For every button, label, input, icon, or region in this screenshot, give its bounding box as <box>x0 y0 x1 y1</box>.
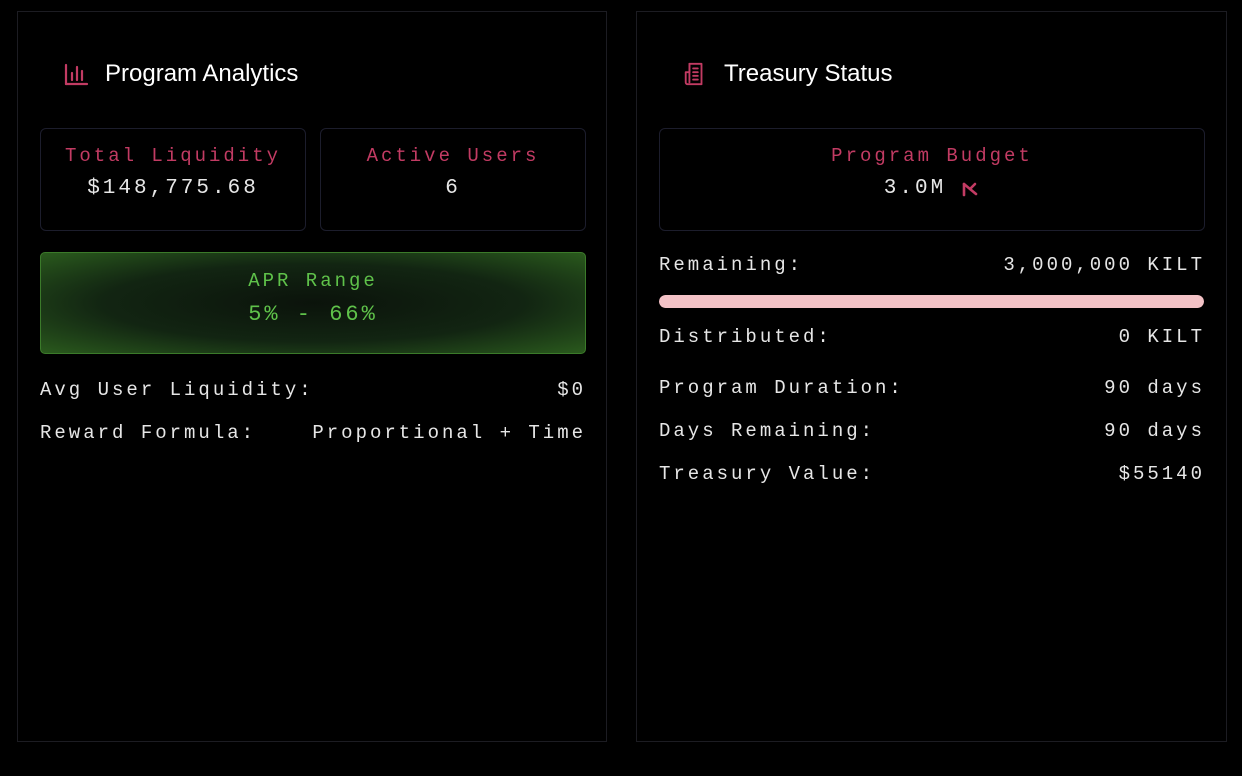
receipt-icon <box>682 61 708 87</box>
row-value: $0 <box>557 379 586 401</box>
row-label: Avg User Liquidity: <box>40 379 314 401</box>
program-budget-value: 3.0M <box>883 177 947 200</box>
days-remaining-row: Days Remaining: 90 days <box>659 420 1205 442</box>
treasury-progress-bar <box>659 295 1204 308</box>
row-label: Treasury Value: <box>659 463 876 485</box>
row-label: Distributed: <box>659 326 832 348</box>
kilt-token-icon <box>960 180 980 198</box>
reward-formula-row: Reward Formula: Proportional + Time <box>40 422 586 444</box>
panel-title: Program Analytics <box>105 60 299 87</box>
total-liquidity-card: Total Liquidity $148,775.68 <box>40 128 306 231</box>
active-users-card: Active Users 6 <box>320 128 586 231</box>
apr-range-card: APR Range 5% - 66% <box>40 252 586 354</box>
apr-range-value: 5% - 66% <box>248 302 378 327</box>
row-value: 90 days <box>1104 420 1205 442</box>
program-budget-card: Program Budget 3.0M <box>659 128 1205 231</box>
row-label: Remaining: <box>659 254 804 276</box>
treasury-status-header: Treasury Status <box>682 56 893 92</box>
treasury-value-row: Treasury Value: $55140 <box>659 463 1205 485</box>
row-value: 0 KILT <box>1118 326 1205 348</box>
bar-chart-icon <box>63 61 89 87</box>
row-value: 3,000,000 KILT <box>1003 254 1205 276</box>
apr-range-label: APR Range <box>248 270 378 292</box>
total-liquidity-label: Total Liquidity <box>64 145 282 167</box>
avg-user-liquidity-row: Avg User Liquidity: $0 <box>40 379 586 401</box>
active-users-label: Active Users <box>366 145 540 167</box>
distributed-row: Distributed: 0 KILT <box>659 326 1205 348</box>
total-liquidity-value: $148,775.68 <box>87 177 259 200</box>
program-duration-row: Program Duration: 90 days <box>659 377 1205 399</box>
row-value: $55140 <box>1118 463 1205 485</box>
treasury-status-panel: Treasury Status Program Budget 3.0M Rema… <box>636 11 1227 742</box>
remaining-row: Remaining: 3,000,000 KILT <box>659 254 1205 276</box>
row-label: Days Remaining: <box>659 420 876 442</box>
program-analytics-panel: Program Analytics Total Liquidity $148,7… <box>17 11 607 742</box>
treasury-progress-fill <box>659 295 1204 308</box>
row-value: Proportional + Time <box>312 422 586 444</box>
panel-title: Treasury Status <box>724 60 893 87</box>
row-value: 90 days <box>1104 377 1205 399</box>
active-users-value: 6 <box>445 177 461 200</box>
row-label: Reward Formula: <box>40 422 257 444</box>
program-budget-label: Program Budget <box>831 145 1033 167</box>
row-label: Program Duration: <box>659 377 904 399</box>
program-budget-value-wrap: 3.0M <box>660 177 1204 200</box>
program-analytics-header: Program Analytics <box>63 56 298 92</box>
